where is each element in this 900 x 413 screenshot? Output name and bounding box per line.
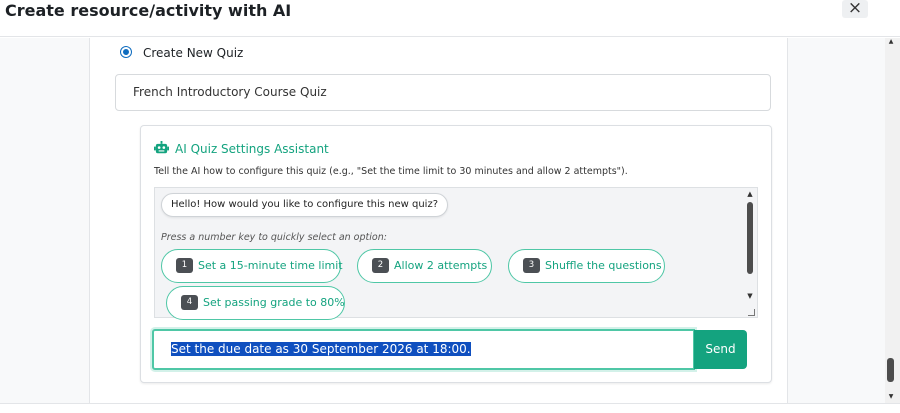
assistant-title: AI Quiz Settings Assistant — [175, 142, 329, 156]
option-label: Allow 2 attempts — [394, 259, 488, 272]
chat-scrollbar-thumb[interactable] — [747, 202, 753, 274]
page-scrollbar-thumb[interactable] — [887, 358, 894, 382]
assistant-helper-text: Tell the AI how to configure this quiz (… — [154, 166, 628, 177]
robot-icon — [154, 141, 169, 154]
key-badge: 1 — [176, 257, 193, 273]
create-new-quiz-label[interactable]: Create New Quiz — [143, 45, 243, 61]
assistant-greeting-bubble: Hello! How would you like to configure t… — [161, 193, 449, 217]
close-button[interactable]: × — [842, 0, 868, 18]
option-shuffle-button[interactable]: 3 Shuffle the questions — [508, 249, 665, 283]
option-attempts-button[interactable]: 2 Allow 2 attempts — [357, 249, 492, 283]
quiz-name-input[interactable]: French Introductory Course Quiz — [115, 74, 771, 111]
resize-handle-icon[interactable] — [748, 309, 755, 316]
quick-select-hint: Press a number key to quickly select an … — [161, 232, 387, 243]
option-time-limit-button[interactable]: 1 Set a 15-minute time limit — [161, 249, 343, 283]
message-input-text[interactable]: Set the due date as 30 September 2026 at… — [171, 342, 471, 356]
page-scroll-down-icon[interactable]: ▼ — [887, 393, 895, 401]
key-badge: 3 — [523, 257, 540, 273]
chat-scroll-down-icon[interactable]: ▼ — [745, 292, 755, 300]
message-input[interactable]: Set the due date as 30 September 2026 at… — [152, 329, 695, 370]
dialog-title: Create resource/activity with AI — [5, 1, 292, 20]
key-badge: 2 — [372, 257, 389, 273]
dialog-header: Create resource/activity with AI × — [0, 0, 900, 37]
page-scroll-up-icon[interactable]: ▲ — [887, 38, 895, 46]
option-label: Shuffle the questions — [545, 259, 662, 272]
chat-scroll-up-icon[interactable]: ▲ — [745, 190, 755, 198]
option-passing-grade-button[interactable]: 4 Set passing grade to 80% — [166, 286, 345, 320]
option-label: Set passing grade to 80% — [203, 296, 345, 309]
send-button[interactable]: Send — [694, 330, 747, 369]
key-badge: 4 — [181, 294, 198, 310]
create-new-quiz-radio[interactable] — [120, 46, 132, 58]
close-icon[interactable]: × — [848, 0, 862, 18]
footer-divider — [0, 403, 900, 404]
page-scrollbar[interactable] — [885, 38, 900, 403]
option-label: Set a 15-minute time limit — [198, 259, 343, 272]
